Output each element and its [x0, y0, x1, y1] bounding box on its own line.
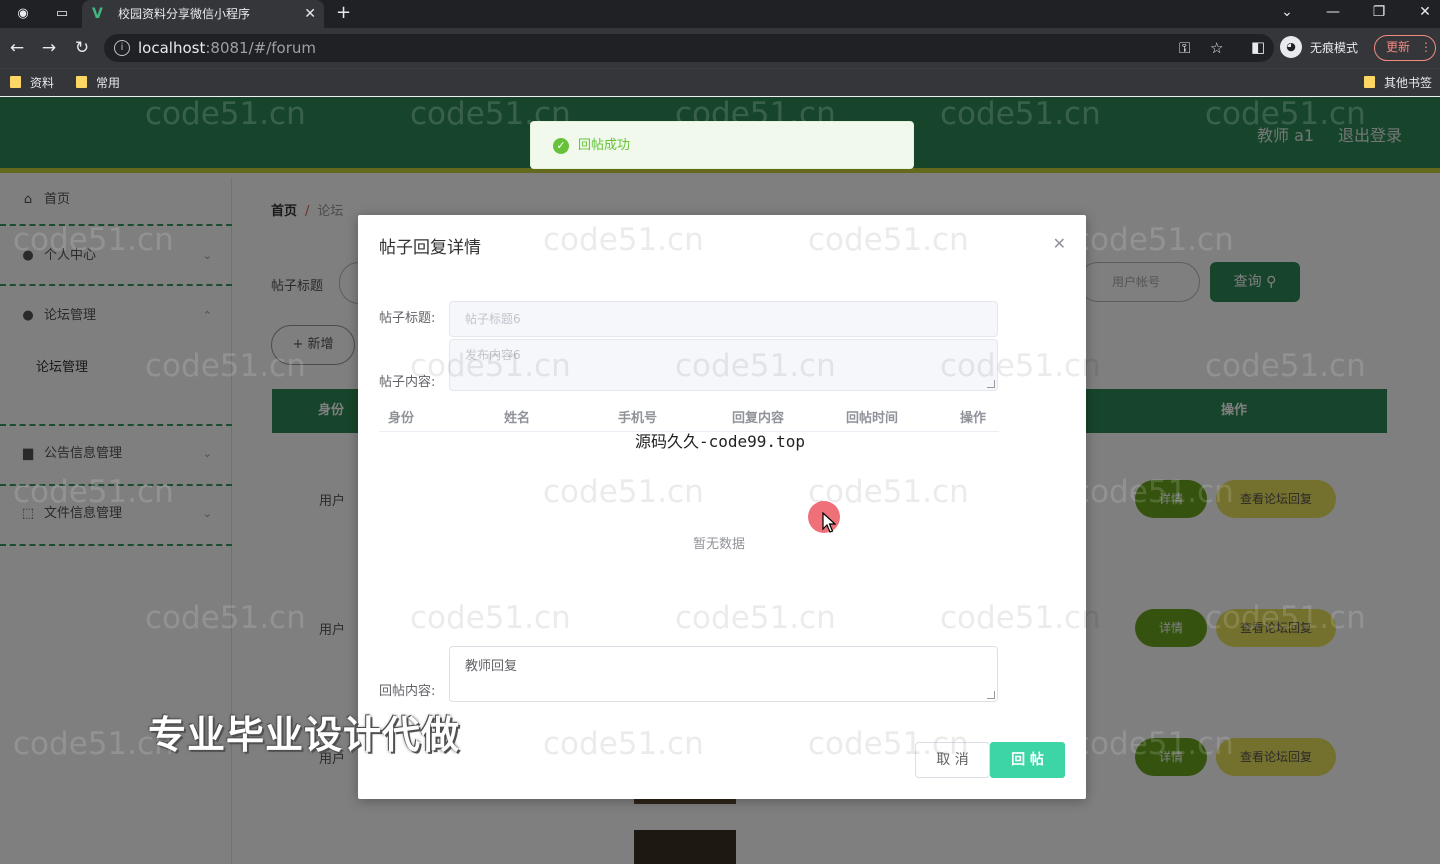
tab-title: 校园资料分享微信小程序 [118, 7, 251, 21]
tab-search-icon[interactable]: ▭ [52, 4, 72, 24]
tab-list-chevron-icon[interactable]: ⌄ [1272, 2, 1302, 22]
bookmarks-bar: 资料 常用 其他书签 [0, 68, 1440, 96]
address-bar: ← → ↻ i localhost:8081/#/forum ⚿ ☆ ◧ ◕ 无… [0, 28, 1440, 68]
th-reply-time: 回帖时间 [846, 411, 899, 426]
th-phone: 手机号 [618, 411, 658, 426]
close-icon[interactable]: ✕ [1053, 235, 1066, 253]
reply-label: 回帖内容: [379, 684, 436, 699]
profile-label: 无痕模式 [1310, 41, 1359, 55]
incognito-icon: ◕ [1280, 36, 1302, 58]
browser-tab[interactable]: V 校园资料分享微信小程序 ✕ [82, 0, 324, 28]
th-name: 姓名 [504, 411, 531, 426]
folder-icon [76, 76, 87, 88]
post-title-label: 帖子标题: [379, 311, 436, 326]
restore-icon[interactable]: ❐ [1364, 2, 1394, 22]
post-title-field: 帖子标题6 [449, 301, 998, 337]
folder-icon [10, 76, 21, 88]
th-reply-content: 回复内容 [732, 411, 785, 426]
dialog-title: 帖子回复详情 [379, 238, 481, 258]
th-actions: 操作 [960, 411, 987, 426]
cancel-button[interactable]: 取 消 [915, 742, 990, 778]
info-icon[interactable]: i [114, 40, 130, 56]
other-bookmarks[interactable]: 其他书签 [1364, 75, 1432, 91]
new-tab-icon[interactable]: + [336, 3, 351, 23]
minimize-icon[interactable]: — [1318, 2, 1348, 22]
mouse-cursor-icon [822, 512, 836, 533]
sidepanel-icon[interactable]: ◧ [1251, 38, 1265, 56]
success-toast: ✓ 回帖成功 [530, 121, 914, 169]
bookmark-folder-2[interactable]: 常用 [76, 75, 120, 91]
resize-handle-icon [987, 380, 995, 388]
toast-message: 回帖成功 [578, 138, 631, 153]
bookmark-folder-1[interactable]: 资料 [10, 75, 54, 91]
star-icon[interactable]: ☆ [1210, 39, 1223, 57]
post-content-field: 发布内容6 [449, 339, 998, 391]
post-content-label: 帖子内容: [379, 375, 436, 390]
back-icon[interactable]: ← [7, 38, 27, 58]
close-window-icon[interactable]: ✕ [1410, 2, 1440, 22]
reply-dialog: 帖子回复详情 ✕ 帖子标题: 帖子标题6 帖子内容: 发布内容6 身份 姓名 手… [358, 215, 1086, 799]
browser-tab-bar: ◉ ▭ V 校园资料分享微信小程序 ✕ + ⌄ — ❐ ✕ [0, 0, 1440, 28]
reload-icon[interactable]: ↻ [72, 38, 92, 58]
menu-dots-icon: ⋮ [1420, 40, 1433, 54]
submit-reply-button[interactable]: 回 帖 [990, 742, 1065, 778]
vue-favicon-icon: V [92, 6, 103, 22]
promo-banner: 专业毕业设计代做 [148, 713, 461, 757]
folder-icon [1364, 76, 1375, 88]
url-field[interactable]: i localhost:8081/#/forum ⚿ ☆ [104, 34, 1274, 62]
key-icon[interactable]: ⚿ [1179, 39, 1190, 57]
incognito-globe-icon[interactable]: ◉ [13, 4, 33, 24]
forward-icon[interactable]: → [39, 38, 59, 58]
update-button[interactable]: 更新 ⋮ [1374, 35, 1436, 61]
resize-handle-icon [987, 691, 995, 699]
promo-caption: 源码久久-code99.top [635, 432, 805, 451]
url-text: localhost:8081/#/forum [138, 39, 316, 57]
check-circle-icon: ✓ [553, 138, 569, 154]
empty-state: 暂无数据 [693, 537, 746, 552]
th-identity: 身份 [388, 411, 415, 426]
tab-close-icon[interactable]: ✕ [304, 5, 316, 23]
reply-textarea[interactable]: 教师回复 [449, 646, 998, 702]
